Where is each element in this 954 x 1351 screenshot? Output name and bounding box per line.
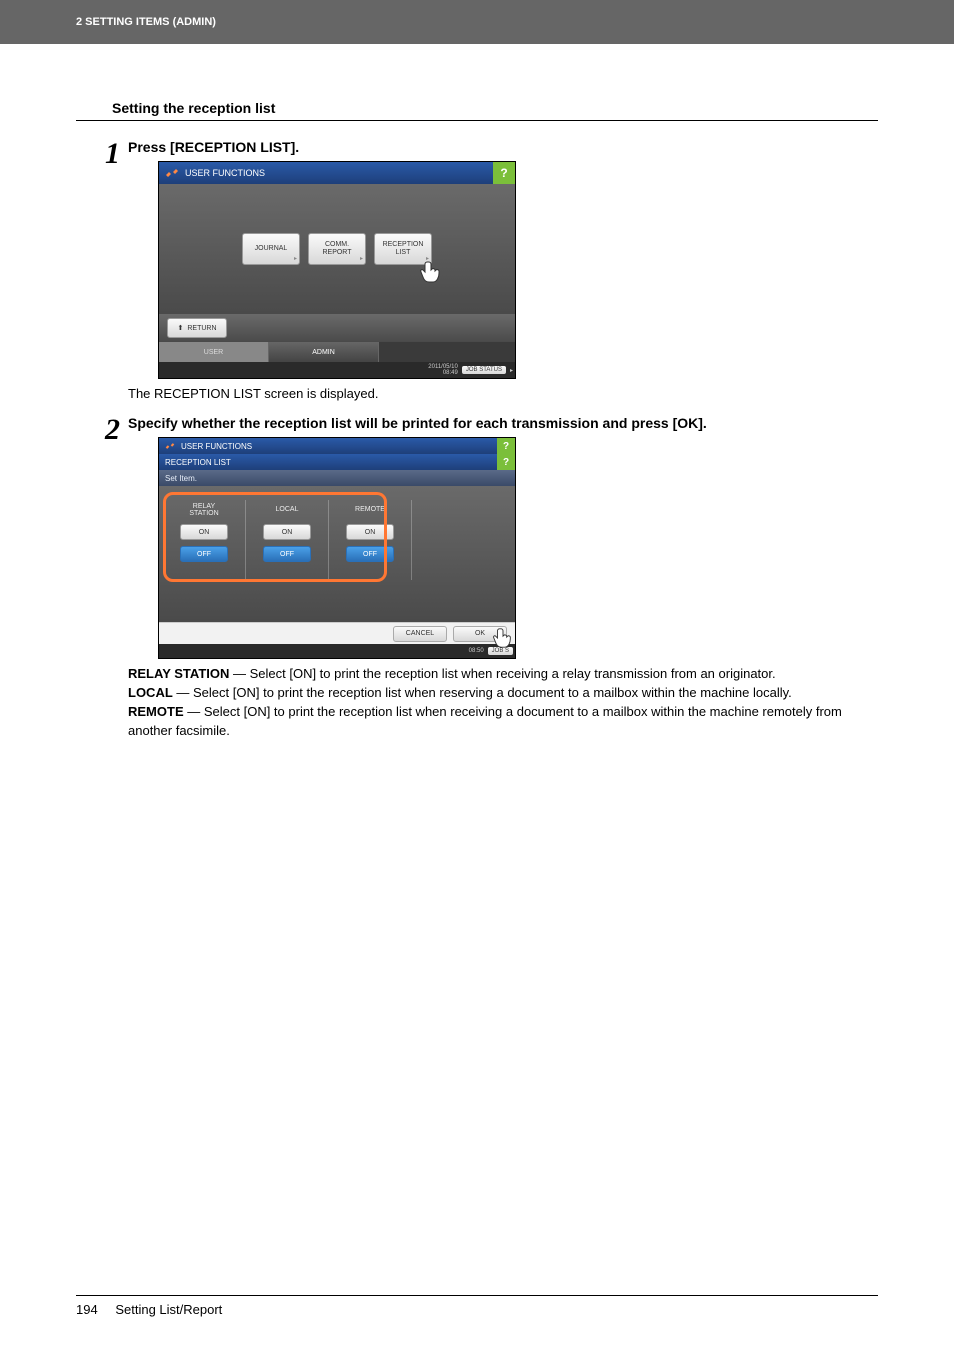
step-number: 2 [76,415,120,445]
hand-cursor-icon [492,627,514,651]
screen-subtitle-bar: RECEPTION LIST ? [159,454,515,470]
divider [328,500,329,580]
expand-icon: ▸ [294,256,297,263]
page-header: 2 SETTING ITEMS (ADMIN) [0,0,954,44]
cancel-button[interactable]: CANCEL [393,626,447,642]
return-arrow-icon: ⬆ [177,324,183,332]
status-date: 08:50 [469,648,484,654]
return-row: ⬆ RETURN [159,314,515,342]
help-icon[interactable]: ? [497,454,515,470]
desc-local: LOCAL — Select [ON] to print the recepti… [128,684,878,703]
desc-remote-text: — Select [ON] to print the reception lis… [128,704,842,738]
screen-main: RELAY STATION ON OFF LOCAL ON OFF [159,486,515,622]
reception-list-label: RECEPTION LIST [383,241,424,256]
page-footer: 194 Setting List/Report [76,1295,878,1317]
screen-titlebar: USER FUNCTIONS ? [159,438,515,454]
ok-label: OK [475,630,485,637]
desc-relay-text: — Select [ON] to print the reception lis… [229,666,775,681]
return-label: RETURN [187,325,216,332]
reception-list-button[interactable]: RECEPTION LIST ▸ [374,233,432,265]
expand-icon: ▸ [360,256,363,263]
col-label: RELAY STATION [169,500,239,520]
help-icon[interactable]: ? [493,162,515,184]
return-button[interactable]: ⬆ RETURN [167,318,227,338]
screen-title: USER FUNCTIONS [181,442,252,451]
col-remote: REMOTE ON OFF [335,500,405,580]
tabs: USER ADMIN [159,342,515,362]
step-number: 1 [76,139,120,169]
status-bar: 08:50 JOB S [159,644,515,658]
step-body: Specify whether the reception list will … [120,415,878,740]
screenshot-1-wrap: USER FUNCTIONS ? JOURNAL ▸ COMM. REPORT … [158,161,878,379]
screenshot-2: USER FUNCTIONS ? RECEPTION LIST ? Set It… [158,437,516,659]
bottom-bar: CANCEL OK [159,622,515,644]
desc-relay-label: RELAY STATION [128,666,229,681]
hand-cursor-icon [419,260,443,286]
status-date: 2011/05/10 08:49 [428,364,458,376]
divider [245,500,246,580]
step-1: 1 Press [RECEPTION LIST]. USER FUNCTIONS… [76,139,878,411]
job-status-button[interactable]: JOB STATUS [462,366,506,374]
col-label: REMOTE [335,500,405,520]
ok-button[interactable]: OK [453,626,507,642]
tab-user[interactable]: USER [159,342,269,362]
desc-local-text: — Select [ON] to print the reception lis… [173,685,792,700]
screenshot-2-wrap: USER FUNCTIONS ? RECEPTION LIST ? Set It… [158,437,878,659]
local-on-button[interactable]: ON [263,524,311,540]
set-item-label: Set Item. [159,470,515,486]
screen-main: JOURNAL ▸ COMM. REPORT ▸ RECEPTION LIST … [159,184,515,314]
section-title: Setting the reception list [76,100,878,121]
page-number: 194 [76,1302,98,1317]
status-bar: 2011/05/10 08:49 JOB STATUS ▸ [159,362,515,378]
divider [411,500,412,580]
screen-titlebar: USER FUNCTIONS ? [159,162,515,184]
col-relay-station: RELAY STATION ON OFF [169,500,239,580]
screenshot-1: USER FUNCTIONS ? JOURNAL ▸ COMM. REPORT … [158,161,516,379]
step-body: Press [RECEPTION LIST]. USER FUNCTIONS ?… [120,139,878,411]
screen-subtitle: RECEPTION LIST [165,458,231,467]
journal-button[interactable]: JOURNAL ▸ [242,233,300,265]
step-1-title: Press [RECEPTION LIST]. [128,139,878,155]
step-2: 2 Specify whether the reception list wil… [76,415,878,740]
comm-report-label: COMM. REPORT [322,241,351,256]
relay-off-button[interactable]: OFF [180,546,228,562]
desc-local-label: LOCAL [128,685,173,700]
help-icon[interactable]: ? [497,438,515,454]
remote-on-button[interactable]: ON [346,524,394,540]
option-columns: RELAY STATION ON OFF LOCAL ON OFF [169,500,505,580]
tools-icon [165,166,179,180]
tools-icon [165,441,175,451]
relay-on-button[interactable]: ON [180,524,228,540]
screen-title: USER FUNCTIONS [185,168,265,178]
col-label: LOCAL [252,500,322,520]
expand-icon: ▸ [510,367,513,374]
remote-off-button[interactable]: OFF [346,546,394,562]
step-2-title: Specify whether the reception list will … [128,415,878,431]
footer-title: Setting List/Report [115,1302,222,1317]
content: Setting the reception list 1 Press [RECE… [0,44,954,741]
step-1-after: The RECEPTION LIST screen is displayed. [128,385,878,403]
desc-remote: REMOTE — Select [ON] to print the recept… [128,703,878,741]
tab-admin[interactable]: ADMIN [269,342,379,362]
comm-report-button[interactable]: COMM. REPORT ▸ [308,233,366,265]
desc-remote-label: REMOTE [128,704,184,719]
desc-relay: RELAY STATION — Select [ON] to print the… [128,665,878,684]
chapter-title: 2 SETTING ITEMS (ADMIN) [76,16,216,28]
local-off-button[interactable]: OFF [263,546,311,562]
journal-label: JOURNAL [255,245,288,253]
col-local: LOCAL ON OFF [252,500,322,580]
